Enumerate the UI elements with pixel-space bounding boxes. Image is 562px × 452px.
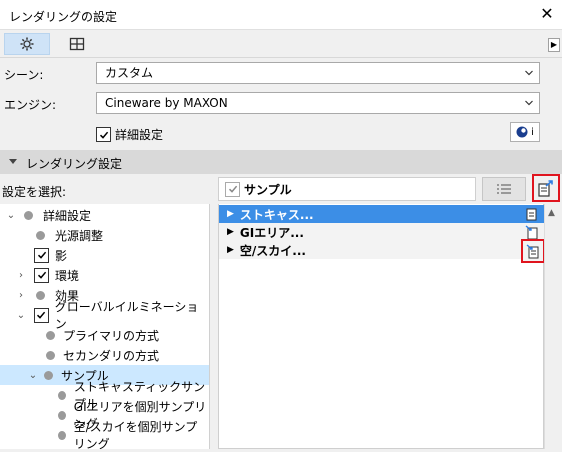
tree-item-label: 詳細設定: [43, 208, 92, 223]
environment-checkbox[interactable]: [34, 267, 49, 283]
tree-item-label: 空/スカイを個別サンプリング: [73, 420, 198, 451]
bullet-icon: [58, 410, 66, 420]
chevron-down-icon[interactable]: ⌄: [16, 310, 26, 321]
tree-item-label: 光源調整: [55, 228, 104, 243]
bullet-icon: [36, 230, 45, 240]
list-icon: [497, 184, 511, 194]
tree-item-label: 影: [55, 248, 68, 263]
tree-item-label: プライマリの方式: [63, 328, 160, 343]
tree-item-sky-sampling[interactable]: 空/スカイを個別サンプリング: [0, 420, 209, 451]
tab-scroll-right-button[interactable]: ▶: [548, 38, 560, 52]
scene-select[interactable]: カスタム: [96, 62, 540, 84]
rendering-settings-section[interactable]: レンダリング設定: [0, 150, 562, 174]
import-settings-button[interactable]: [521, 239, 545, 263]
tree-item-detail-settings[interactable]: ⌄ 詳細設定: [0, 205, 209, 225]
scene-label: シーン:: [4, 68, 44, 82]
select-settings-label: 設定を選択:: [2, 185, 67, 199]
export-settings-button[interactable]: [532, 174, 560, 202]
check-icon: [37, 271, 46, 279]
import-document-icon[interactable]: [524, 224, 540, 240]
bullet-icon: [46, 350, 55, 360]
chevron-right-icon[interactable]: ›: [16, 290, 26, 301]
tree-item-shadow[interactable]: 影: [0, 245, 209, 265]
scene-value: カスタム: [105, 66, 154, 80]
section-title: レンダリング設定: [26, 157, 123, 171]
triangle-right-icon[interactable]: ▶: [227, 209, 234, 219]
engine-value: Cineware by MAXON: [105, 96, 228, 110]
engine-select[interactable]: Cineware by MAXON: [96, 92, 540, 114]
triangle-down-icon: [9, 159, 17, 164]
close-button[interactable]: ✕: [538, 4, 556, 24]
check-icon: [228, 185, 237, 193]
triangle-right-icon[interactable]: ▶: [227, 227, 234, 237]
chevron-down-icon[interactable]: ⌄: [6, 210, 16, 221]
engine-label: エンジン:: [4, 98, 57, 112]
bullet-icon: [36, 290, 45, 300]
list-row-label: GIエリア...: [239, 225, 304, 240]
bullet-icon: [46, 330, 55, 340]
tree-item-label: 環境: [55, 268, 80, 283]
list-row-stochastic[interactable]: ▶ ストキャス...: [219, 205, 544, 223]
list-row-label: 空/スカイ...: [239, 243, 306, 258]
bullet-icon: [24, 210, 33, 220]
sample-checkbox[interactable]: [225, 181, 240, 197]
shadow-checkbox[interactable]: [34, 247, 49, 263]
info-text: i: [531, 126, 534, 138]
triangle-right-icon[interactable]: ▶: [227, 245, 234, 255]
document-icon[interactable]: [524, 206, 540, 222]
chevron-up-icon[interactable]: ▲: [548, 208, 555, 218]
chevron-down-icon: [525, 100, 533, 106]
chevron-down-icon: [525, 70, 533, 76]
vertical-scrollbar[interactable]: ▲: [544, 204, 562, 449]
list-row-gi-area[interactable]: ▶ GIエリア...: [219, 223, 544, 241]
window-title: レンダリングの設定: [9, 10, 118, 24]
chevron-right-icon[interactable]: ›: [16, 270, 26, 281]
chevron-down-icon[interactable]: ⌄: [28, 370, 38, 381]
tree-item-primary-method[interactable]: プライマリの方式: [0, 325, 209, 345]
tree-item-global-illumination[interactable]: ⌄ グローバルイルミネーション: [0, 300, 209, 331]
check-icon: [37, 251, 46, 259]
gi-checkbox[interactable]: [33, 307, 49, 323]
detail-checkbox[interactable]: [96, 127, 111, 142]
check-icon: [37, 311, 46, 319]
list-row-label: ストキャス...: [239, 207, 314, 222]
list-row-sky[interactable]: ▶ 空/スカイ...: [219, 241, 544, 259]
sample-header: サンプル: [218, 177, 476, 201]
detail-label: 詳細設定: [115, 128, 164, 142]
import-document-icon: [526, 244, 539, 259]
list-view-button[interactable]: [482, 177, 526, 201]
export-document-icon: [538, 180, 553, 197]
gear-icon: [20, 37, 34, 51]
check-icon: [99, 131, 108, 139]
bullet-icon: [58, 430, 66, 440]
tree-item-secondary-method[interactable]: セカンダリの方式: [0, 345, 209, 365]
engine-info-button[interactable]: i: [510, 122, 540, 142]
sample-header-label: サンプル: [244, 182, 292, 197]
grid-icon: [69, 37, 85, 51]
bullet-icon: [58, 390, 66, 400]
bullet-icon: [44, 370, 53, 380]
tree-item-environment[interactable]: › 環境: [0, 265, 209, 285]
cinema-logo-icon: [516, 126, 528, 138]
tree-item-light-adjust[interactable]: 光源調整: [0, 225, 209, 245]
detail-settings-toggle[interactable]: 詳細設定: [96, 126, 163, 143]
tree-item-label: セカンダリの方式: [63, 348, 160, 363]
tab-layout[interactable]: [54, 33, 100, 55]
tab-settings[interactable]: [4, 33, 50, 55]
